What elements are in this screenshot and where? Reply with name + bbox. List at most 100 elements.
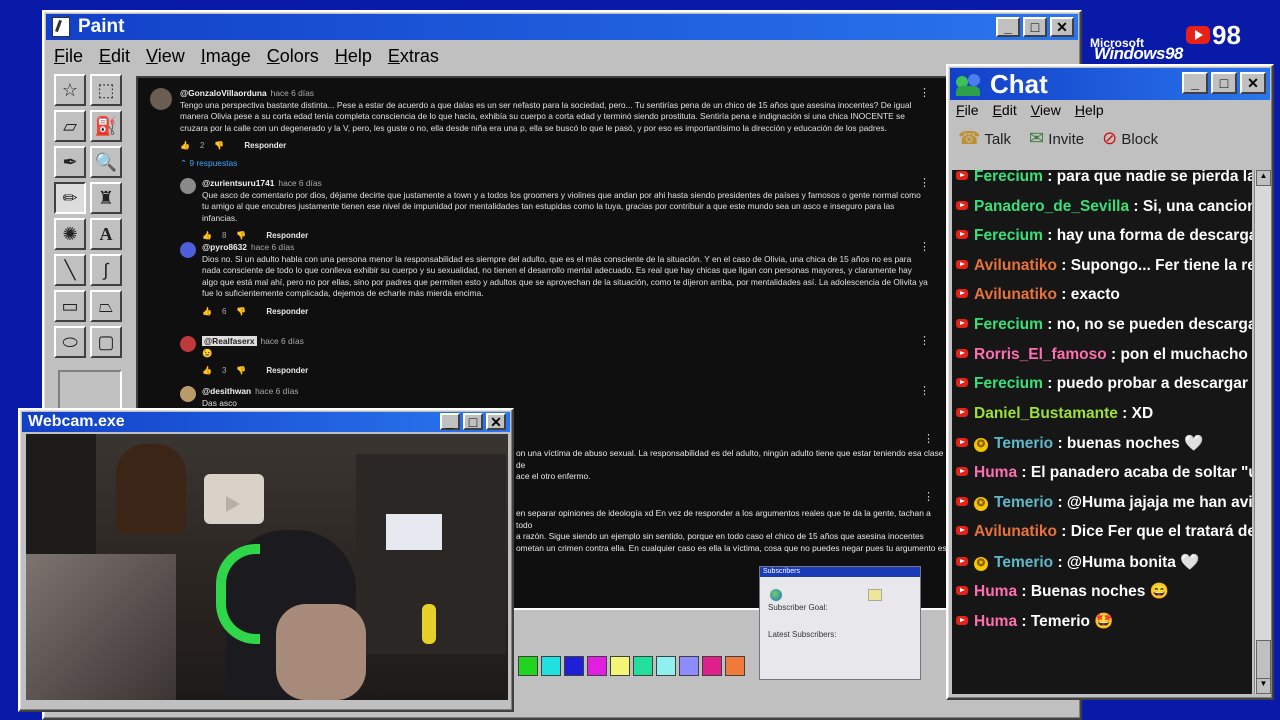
chat-username[interactable]: Ferecium <box>974 170 1043 185</box>
chat-scrollbar[interactable]: ▲ ▼ <box>1254 170 1271 694</box>
more-icon[interactable]: ⋮ <box>919 87 930 100</box>
more-icon[interactable]: ⋮ <box>919 385 930 398</box>
menu-edit[interactable]: Edit <box>99 46 130 67</box>
menu-image[interactable]: Image <box>201 46 251 67</box>
eraser-icon[interactable]: ▱ <box>54 110 86 142</box>
menu-extras[interactable]: Extras <box>388 46 439 67</box>
chat-username[interactable]: Daniel_Bustamante <box>974 405 1118 422</box>
more-icon[interactable]: ⋮ <box>923 491 934 504</box>
palette-color[interactable] <box>633 656 653 676</box>
minimize-button[interactable]: _ <box>1182 72 1208 94</box>
dislike-icon[interactable]: 👎 <box>236 306 246 318</box>
more-icon[interactable]: ⋮ <box>919 177 930 190</box>
chat-username[interactable]: Temerio <box>994 435 1053 452</box>
curve-icon[interactable]: ∫ <box>90 254 122 286</box>
chat-username[interactable]: Temerio <box>994 494 1053 511</box>
chat-username[interactable]: Avilunatiko <box>974 286 1057 303</box>
replies-toggle[interactable]: ⌃ 9 respuestas <box>180 158 930 170</box>
palette-color[interactable] <box>541 656 561 676</box>
comment-user[interactable]: @pyro8632 <box>202 242 247 252</box>
ellipse-icon[interactable]: ⬭ <box>54 326 86 358</box>
chat-username[interactable]: Temerio <box>994 554 1053 571</box>
paint-titlebar[interactable]: Paint _ □ ✕ <box>46 14 1078 40</box>
like-icon[interactable]: 👍 <box>202 230 212 242</box>
more-icon[interactable]: ⋮ <box>919 335 930 348</box>
chat-message: Ferecium : para que nadie se pierda las <box>956 170 1252 186</box>
minimize-button[interactable]: _ <box>440 413 460 430</box>
dislike-icon[interactable]: 👎 <box>236 365 246 377</box>
brush-icon[interactable]: ♜ <box>90 182 122 214</box>
close-button[interactable]: ✕ <box>486 413 506 430</box>
dislike-icon[interactable]: 👎 <box>214 140 224 152</box>
like-icon[interactable]: 👍 <box>180 140 190 152</box>
menu-help[interactable]: Help <box>335 46 372 67</box>
like-icon[interactable]: 👍 <box>202 365 212 377</box>
chat-username[interactable]: Ferecium <box>974 316 1043 333</box>
menu-file[interactable]: File <box>54 46 83 67</box>
chat-menu-edit[interactable]: Edit <box>993 102 1017 118</box>
maximize-button[interactable]: □ <box>1023 17 1047 37</box>
maximize-button[interactable]: □ <box>463 413 483 430</box>
palette-color[interactable] <box>656 656 676 676</box>
chat-titlebar[interactable]: Chat _ □ ✕ <box>950 68 1270 100</box>
comment-user[interactable]: @GonzaloVillaorduna <box>180 88 267 98</box>
text-tool-icon[interactable]: A <box>90 218 122 250</box>
chat-username[interactable]: Huma <box>974 464 1017 481</box>
free-select-icon[interactable]: ☆ <box>54 74 86 106</box>
palette-color[interactable] <box>610 656 630 676</box>
chat-log[interactable]: Ferecium : para que nadie se pierda las P… <box>952 170 1252 694</box>
like-icon[interactable]: 👍 <box>202 306 212 318</box>
airbrush-icon[interactable]: ✺ <box>54 218 86 250</box>
chat-username[interactable]: Ferecium <box>974 227 1043 244</box>
reply-button[interactable]: Responder <box>244 140 286 152</box>
comment-user[interactable]: @zurientsuru1741 <box>202 178 274 188</box>
palette-color[interactable] <box>679 656 699 676</box>
rounded-rect-icon[interactable]: ▢ <box>90 326 122 358</box>
partial-text: on una víctima de abuso sexual. La respo… <box>516 448 944 470</box>
fill-bucket-icon[interactable]: ⛽ <box>90 110 122 142</box>
scroll-up-icon[interactable]: ▲ <box>1256 170 1271 186</box>
palette-color[interactable] <box>518 656 538 676</box>
menu-view[interactable]: View <box>146 46 185 67</box>
magnifier-icon[interactable]: 🔍 <box>90 146 122 178</box>
palette-color[interactable] <box>564 656 584 676</box>
reply-button[interactable]: Responder <box>266 230 308 242</box>
comment-user[interactable]: @Realfaserx <box>202 336 257 346</box>
chat-username[interactable]: Panadero_de_Sevilla <box>974 198 1129 215</box>
chat-username[interactable]: Avilunatiko <box>974 257 1057 274</box>
chat-username[interactable]: Huma <box>974 583 1017 600</box>
palette-color[interactable] <box>587 656 607 676</box>
close-button[interactable]: ✕ <box>1050 17 1074 37</box>
scroll-down-icon[interactable]: ▼ <box>1256 678 1271 694</box>
polygon-icon[interactable]: ⏢ <box>90 290 122 322</box>
rectangle-icon[interactable]: ▭ <box>54 290 86 322</box>
chat-username[interactable]: Ferecium <box>974 375 1043 392</box>
minimize-button[interactable]: _ <box>996 17 1020 37</box>
chat-menu-help[interactable]: Help <box>1075 102 1104 118</box>
webcam-titlebar[interactable]: Webcam.exe _ □ ✕ <box>22 412 510 432</box>
talk-button[interactable]: ☎ Talk <box>958 128 1011 149</box>
scroll-thumb[interactable] <box>1256 640 1271 682</box>
maximize-button[interactable]: □ <box>1211 72 1237 94</box>
chat-menu-file[interactable]: File <box>956 102 979 118</box>
invite-button[interactable]: ✉ Invite <box>1029 128 1084 149</box>
more-icon[interactable]: ⋮ <box>919 241 930 254</box>
chat-username[interactable]: Huma <box>974 613 1017 630</box>
chat-menu-view[interactable]: View <box>1031 102 1061 118</box>
dislike-icon[interactable]: 👎 <box>236 230 246 242</box>
block-button[interactable]: ⊘ Block <box>1102 128 1158 149</box>
chat-username[interactable]: Rorris_El_famoso <box>974 346 1107 363</box>
chat-username[interactable]: Avilunatiko <box>974 523 1057 540</box>
comment-user[interactable]: @desithwan <box>202 386 251 396</box>
more-icon[interactable]: ⋮ <box>923 433 934 446</box>
palette-color[interactable] <box>702 656 722 676</box>
close-button[interactable]: ✕ <box>1240 72 1266 94</box>
line-icon[interactable]: ╲ <box>54 254 86 286</box>
menu-colors[interactable]: Colors <box>267 46 319 67</box>
rect-select-icon[interactable]: ⬚ <box>90 74 122 106</box>
palette-color[interactable] <box>725 656 745 676</box>
color-picker-icon[interactable]: ✒ <box>54 146 86 178</box>
pencil-icon[interactable]: ✏ <box>54 182 86 214</box>
reply-button[interactable]: Responder <box>266 306 308 318</box>
reply-button[interactable]: Responder <box>266 365 308 377</box>
